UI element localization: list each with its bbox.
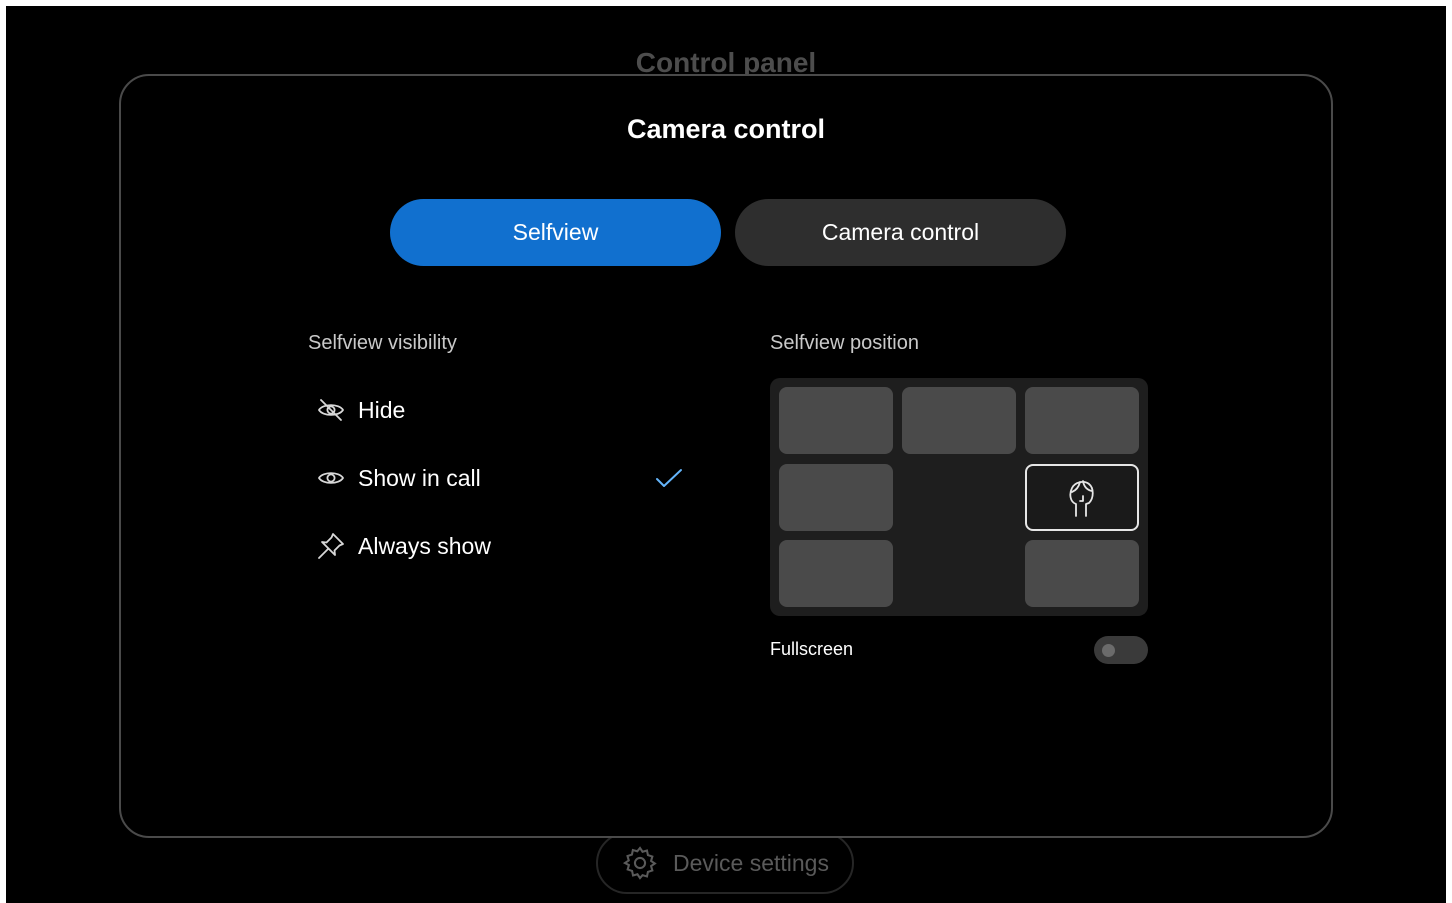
dialog-title: Camera control — [626, 114, 826, 144]
screen: Control panel Device settings Camera con… — [6, 6, 1446, 903]
visibility-option-label: Show in call — [358, 464, 481, 491]
position-cell-bottom-right[interactable] — [1025, 540, 1139, 607]
device-settings-button[interactable]: Device settings — [596, 832, 854, 894]
visibility-option-show-in-call[interactable]: Show in call — [308, 450, 684, 506]
visibility-option-always-show[interactable]: Always show — [308, 518, 684, 574]
visibility-option-hide[interactable]: Hide — [308, 382, 684, 438]
eye-slash-icon — [316, 395, 346, 425]
eye-icon — [316, 463, 346, 493]
visibility-option-label: Always show — [358, 532, 491, 559]
position-cell-middle-right[interactable] — [1025, 464, 1139, 531]
position-cell-bottom-left[interactable] — [779, 540, 893, 607]
device-settings-label: Device settings — [673, 849, 829, 876]
selfview-person-icon — [1062, 476, 1102, 520]
selfview-visibility-heading: Selfview visibility — [308, 332, 457, 354]
tab-camera-control[interactable]: Camera control — [735, 199, 1066, 266]
checkmark-icon — [654, 466, 684, 490]
fullscreen-toggle[interactable] — [1094, 636, 1148, 664]
fullscreen-label: Fullscreen — [770, 639, 854, 659]
position-cell-top-center[interactable] — [902, 387, 1016, 454]
camera-control-dialog: Camera control Selfview Camera control S… — [119, 74, 1333, 838]
position-cell-middle-left[interactable] — [779, 464, 893, 531]
selfview-position-grid — [770, 378, 1148, 616]
pin-icon — [316, 531, 346, 561]
gear-icon — [621, 844, 659, 882]
tab-selfview[interactable]: Selfview — [390, 199, 721, 266]
position-cell-top-left[interactable] — [779, 387, 893, 454]
position-cell-top-right[interactable] — [1025, 387, 1139, 454]
visibility-option-label: Hide — [358, 396, 406, 423]
selfview-position-heading: Selfview position — [770, 332, 919, 354]
toggle-knob — [1102, 644, 1115, 657]
